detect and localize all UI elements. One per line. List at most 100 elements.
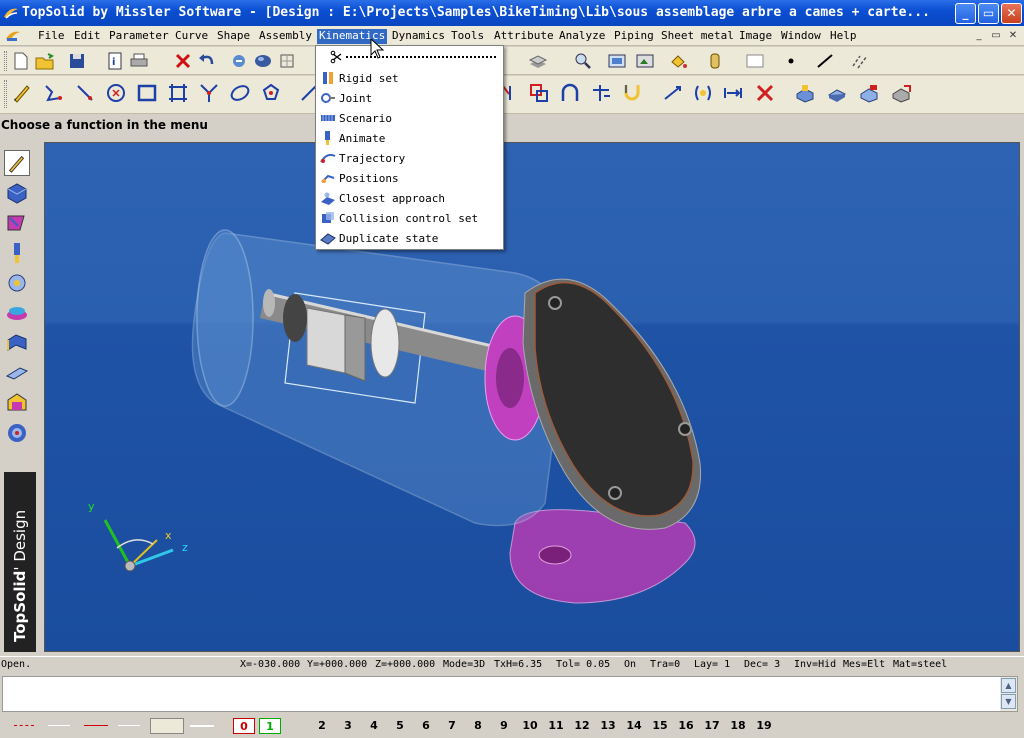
menu-piping[interactable]: Piping [612, 29, 656, 44]
menu-item-joint[interactable]: Joint [316, 88, 503, 108]
assembly-icon[interactable] [4, 270, 30, 296]
menu-item-trajectory[interactable]: Trajectory [316, 148, 503, 168]
status-mode[interactable]: Mode=3D [443, 659, 485, 670]
toolbar-grip[interactable] [4, 80, 7, 108]
layer-2[interactable]: 2 [311, 718, 333, 734]
mdi-restore-button[interactable]: ▭ [989, 29, 1003, 42]
layer-19[interactable]: 19 [753, 718, 775, 734]
minimize-button[interactable]: _ [955, 3, 976, 24]
status-decimals[interactable]: Dec= 3 [744, 659, 780, 670]
mdi-close-button[interactable]: ✕ [1006, 29, 1020, 42]
layer-3[interactable]: 3 [337, 718, 359, 734]
view-icon[interactable] [634, 50, 656, 72]
maximize-button[interactable]: ▭ [978, 3, 999, 24]
save-icon[interactable] [66, 50, 88, 72]
polyline-icon[interactable] [42, 82, 64, 104]
menu-curve[interactable]: Curve [173, 29, 210, 44]
rectangle-icon[interactable] [136, 82, 158, 104]
design-mode-icon[interactable] [4, 150, 30, 176]
box-icon[interactable] [528, 82, 550, 104]
layer-7[interactable]: 7 [441, 718, 463, 734]
status-measure[interactable]: Mes=Elt [843, 659, 885, 670]
sheet-icon[interactable] [826, 82, 848, 104]
menu-edit[interactable]: Edit [72, 29, 103, 44]
menu-item-animate[interactable]: Animate [316, 128, 503, 148]
menu-item-rigid-set[interactable]: Rigid set [316, 68, 503, 88]
menu-help[interactable]: Help [828, 29, 859, 44]
layer-4[interactable]: 4 [363, 718, 385, 734]
line-style-icon[interactable] [814, 50, 836, 72]
tool-icon[interactable] [4, 240, 30, 266]
status-tra[interactable]: Tra=0 [650, 659, 680, 670]
command-scrollbar[interactable]: ▲ ▼ [1000, 677, 1017, 711]
layer-10[interactable]: 10 [519, 718, 541, 734]
new-file-icon[interactable] [10, 50, 32, 72]
part-icon[interactable] [794, 82, 816, 104]
menu-item-duplicate-state[interactable]: Duplicate state [316, 228, 503, 248]
print-icon[interactable] [128, 50, 150, 72]
wireframe-icon[interactable] [276, 50, 298, 72]
status-layer[interactable]: Lay= 1 [694, 659, 730, 670]
line-type-white[interactable] [118, 725, 140, 726]
line-type-thin[interactable] [48, 725, 70, 726]
circle-icon[interactable] [105, 82, 127, 104]
undo-icon[interactable] [196, 50, 218, 72]
ellipse-icon[interactable] [229, 82, 251, 104]
cut-icon[interactable] [754, 82, 776, 104]
menu-analyze[interactable]: Analyze [557, 29, 607, 44]
3d-viewport[interactable]: y x z [44, 142, 1020, 652]
layer-9[interactable]: 9 [493, 718, 515, 734]
status-text-height[interactable]: TxH=6.35 [494, 659, 542, 670]
menu-item-scenario[interactable]: Scenario [316, 108, 503, 128]
sketch-icon[interactable] [11, 82, 33, 104]
recycle-icon[interactable] [228, 50, 250, 72]
menu-item-positions[interactable]: Positions [316, 168, 503, 188]
scroll-up-icon[interactable]: ▲ [1001, 678, 1016, 693]
toolbar-grip[interactable] [4, 51, 7, 71]
menu-item-closest-approach[interactable]: Closest approach [316, 188, 503, 208]
line-type-dashed[interactable] [14, 725, 34, 726]
kinematics-icon[interactable] [4, 300, 30, 326]
paint-icon[interactable] [668, 50, 690, 72]
status-material[interactable]: Mat=steel [893, 659, 947, 670]
layer-18[interactable]: 18 [727, 718, 749, 734]
trim-icon[interactable] [198, 82, 220, 104]
shading-icon[interactable] [252, 50, 274, 72]
cylinder-icon[interactable] [704, 50, 726, 72]
menu-sheet-metal[interactable]: Sheet metal [659, 29, 736, 44]
menu-dynamics[interactable]: Dynamics [390, 29, 447, 44]
line-width-box[interactable] [150, 718, 184, 734]
layer-5[interactable]: 5 [389, 718, 411, 734]
surface-icon[interactable] [4, 210, 30, 236]
stretch-icon[interactable] [722, 82, 744, 104]
fillet-icon[interactable] [621, 82, 643, 104]
layer-8[interactable]: 8 [467, 718, 489, 734]
layer-16[interactable]: 16 [675, 718, 697, 734]
line-type-thick[interactable] [190, 725, 214, 727]
drafting-icon[interactable] [4, 360, 30, 386]
delete-icon[interactable] [172, 50, 194, 72]
rotate-icon[interactable] [692, 82, 714, 104]
line-type-solid[interactable] [84, 725, 108, 726]
command-input[interactable]: ▲ ▼ [2, 676, 1018, 712]
export-icon[interactable] [890, 82, 912, 104]
properties-icon[interactable]: i [104, 50, 126, 72]
layer-11[interactable]: 11 [545, 718, 567, 734]
status-tolerance[interactable]: Tol= 0.05 [556, 659, 610, 670]
color-swatch[interactable] [744, 50, 766, 72]
layer-12[interactable]: 12 [571, 718, 593, 734]
menu-tools[interactable]: Tools [449, 29, 486, 44]
menu-item-collision-control-set[interactable]: Collision control set [316, 208, 503, 228]
layer-icon[interactable] [527, 50, 549, 72]
line-type-icon[interactable] [850, 50, 872, 72]
dimension-icon[interactable] [662, 82, 684, 104]
scroll-down-icon[interactable]: ▼ [1001, 694, 1016, 709]
line-icon[interactable] [74, 82, 96, 104]
frame-icon[interactable] [167, 82, 189, 104]
arch-icon[interactable] [559, 82, 581, 104]
layer-1[interactable]: 1 [259, 718, 281, 734]
layer-0[interactable]: 0 [233, 718, 255, 734]
cam-icon[interactable] [4, 420, 30, 446]
zoom-icon[interactable] [572, 50, 594, 72]
layer-17[interactable]: 17 [701, 718, 723, 734]
